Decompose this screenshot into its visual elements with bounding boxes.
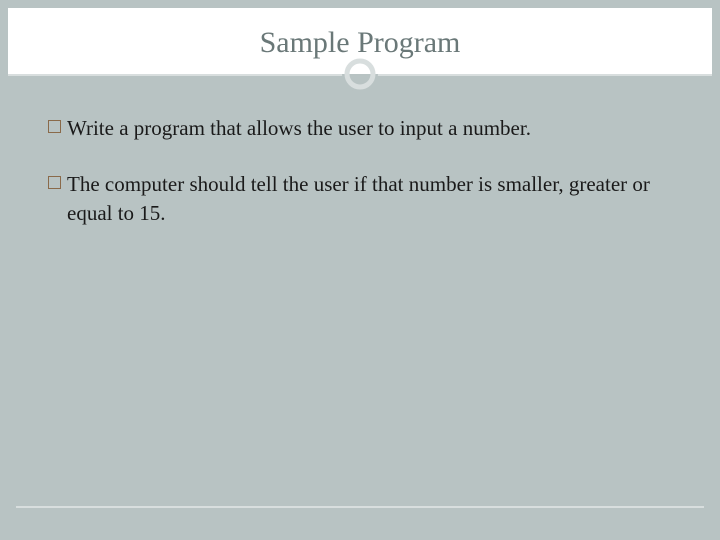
bottom-rule	[16, 506, 704, 508]
divider-circle-icon	[342, 56, 378, 92]
content-area: Write a program that allows the user to …	[8, 74, 712, 227]
list-item: The computer should tell the user if tha…	[48, 170, 672, 227]
square-bullet-icon	[48, 120, 61, 133]
list-item: Write a program that allows the user to …	[48, 114, 672, 142]
square-bullet-icon	[48, 176, 61, 189]
slide-title: Sample Program	[8, 26, 712, 60]
bullet-text: The computer should tell the user if tha…	[67, 170, 672, 227]
slide: Sample Program Write a program that allo…	[8, 8, 712, 532]
bullet-text: Write a program that allows the user to …	[67, 114, 672, 142]
